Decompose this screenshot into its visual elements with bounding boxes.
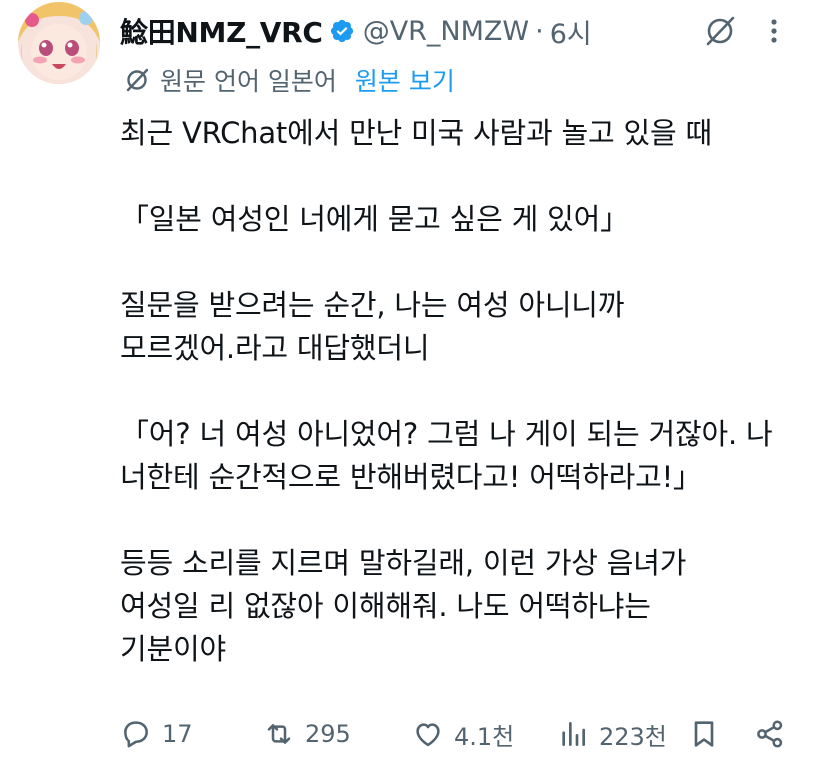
reply-count: 17 <box>162 720 193 748</box>
tweet-line: 「일본 여성인 너에게 묻고 싶은 게 있어」 <box>120 202 629 236</box>
tweet-text: 최근 VRChat에서 만난 미국 사람과 놀고 있을 때 「일본 여성인 너에… <box>120 112 800 671</box>
show-original-link[interactable]: 원본 보기 <box>355 62 455 98</box>
tweet-line: 최근 VRChat에서 만난 미국 사람과 놀고 있을 때 <box>120 116 712 150</box>
like-button[interactable]: 4.1천 <box>412 712 514 756</box>
tweet-line: 여성일 리 없잖아 이해해줘. 나도 어떡하냐는 <box>120 589 651 623</box>
share-icon <box>757 720 783 748</box>
grok-icon[interactable] <box>703 14 737 48</box>
display-name[interactable]: 鯰田NMZ_VRC <box>120 11 323 51</box>
bookmark-button[interactable] <box>688 712 720 756</box>
separator-dot: · <box>535 15 544 47</box>
verified-badge-icon <box>329 18 355 44</box>
tweet-line: 「어? 너 여성 아니었어? 그럼 나 게이 되는 거잖아. 나 <box>120 417 773 451</box>
tweet-line: 질문을 받으려는 순간, 나는 여성 아니니까 <box>120 288 625 322</box>
views-button[interactable]: 223천 <box>557 712 667 756</box>
heart-icon <box>416 723 440 747</box>
tweet-timestamp[interactable]: 6시 <box>550 12 592 51</box>
reply-icon <box>124 721 148 748</box>
translate-icon <box>124 67 150 93</box>
views-icon <box>562 722 585 746</box>
tweet-line: 너한테 순간적으로 반해버렸다고! 어떡하라고!」 <box>120 460 702 494</box>
tweet-line: 등등 소리를 지르며 말하길래, 이런 가상 음녀가 <box>120 546 687 580</box>
views-count: 223천 <box>599 722 667 751</box>
like-count: 4.1천 <box>454 722 515 751</box>
user-handle[interactable]: @VR_NMZW <box>363 16 529 47</box>
tweet-header: 鯰田NMZ_VRC @VR_NMZW · 6시 <box>120 10 592 52</box>
translation-label: 원문 언어 일본어 <box>160 67 337 96</box>
retweet-count: 295 <box>305 720 351 748</box>
retweet-button[interactable]: 295 <box>263 712 351 756</box>
action-bar: 17 295 4.1천 223천 <box>120 712 800 756</box>
tweet-line: 기분이야 <box>120 632 226 666</box>
tweet-line: 모르겠어.라고 대답했더니 <box>120 331 430 365</box>
bookmark-icon <box>694 721 714 747</box>
translation-notice: 원문 언어 일본어 원본 보기 <box>124 60 455 100</box>
retweet-icon <box>267 724 291 744</box>
share-button[interactable] <box>754 712 786 756</box>
avatar[interactable] <box>18 2 100 84</box>
reply-button[interactable]: 17 <box>120 712 193 756</box>
more-icon[interactable] <box>764 14 784 48</box>
